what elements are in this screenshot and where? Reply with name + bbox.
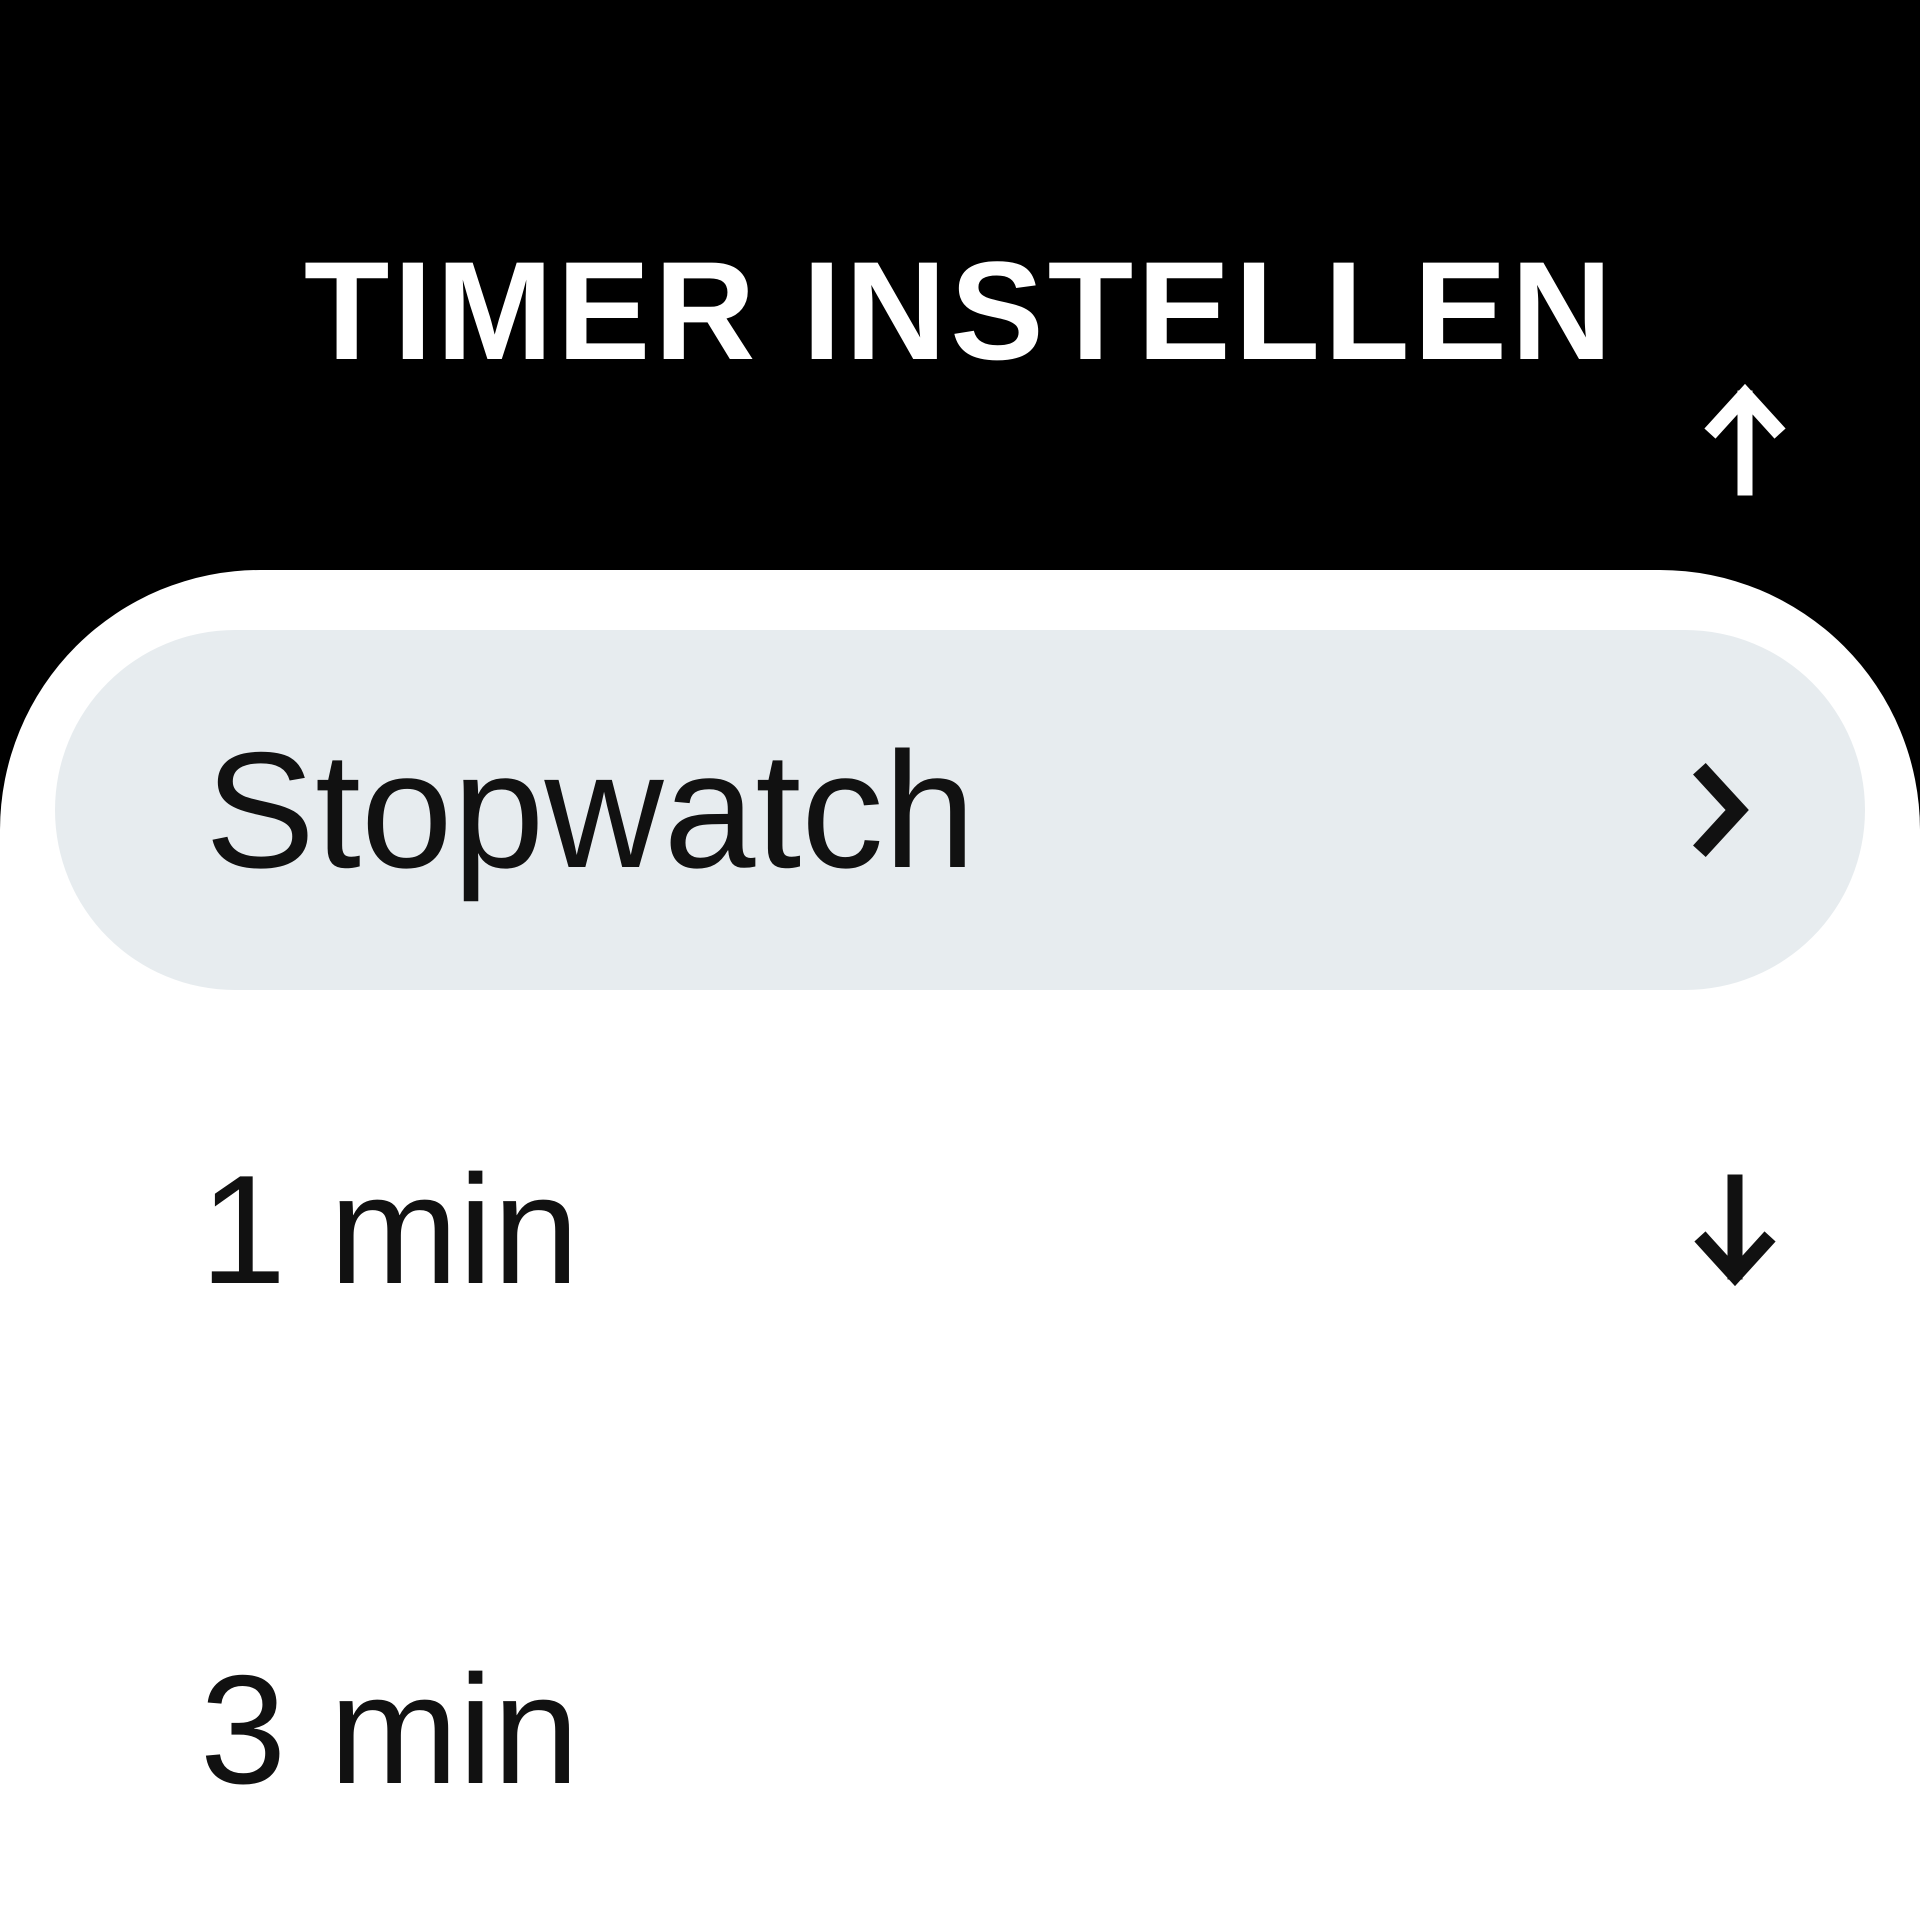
option-1min[interactable]: 1 min: [200, 1130, 1780, 1330]
option-3min[interactable]: 3 min: [200, 1630, 1780, 1830]
arrow-up-icon[interactable]: [1700, 380, 1790, 500]
page-title: TIMER INSTELLEN: [0, 230, 1920, 392]
option-stopwatch-label: Stopwatch: [205, 716, 975, 905]
option-stopwatch[interactable]: Stopwatch: [55, 630, 1865, 990]
watch-screen: TIMER INSTELLEN Stopwatch 1 min: [0, 0, 1920, 1920]
content-panel: Stopwatch 1 min 3 min: [0, 570, 1920, 1920]
header: TIMER INSTELLEN: [0, 0, 1920, 570]
arrow-down-icon[interactable]: [1690, 1170, 1780, 1290]
chevron-right-icon: [1685, 755, 1755, 865]
option-1min-label: 1 min: [200, 1141, 579, 1319]
option-3min-label: 3 min: [200, 1641, 579, 1819]
